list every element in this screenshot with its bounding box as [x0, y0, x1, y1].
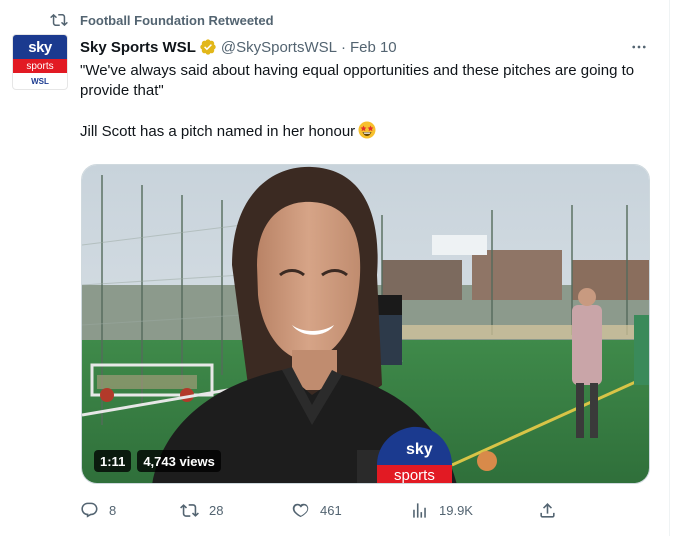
video-player[interactable]: sky sports 1:11 4,743 views: [81, 164, 650, 484]
tweet-line-2: Jill Scott has a pitch named in her hono…: [80, 121, 655, 142]
retweet-icon: [50, 13, 68, 27]
like-button[interactable]: 461: [291, 496, 342, 524]
tweet-header: Sky Sports WSL @SkySportsWSL · Feb 10: [80, 36, 397, 58]
avatar[interactable]: sky sports WSL: [12, 34, 68, 90]
more-options-icon[interactable]: [628, 37, 650, 57]
analytics-icon: [413, 502, 426, 518]
retweet-context[interactable]: Football Foundation Retweeted: [50, 10, 274, 30]
reply-icon: [81, 502, 98, 518]
video-overlay: 1:11 4,743 views: [94, 450, 221, 474]
retweet-count: 28: [209, 502, 224, 518]
tweet-quote: "We've always said about having equal op…: [80, 62, 635, 99]
heart-icon: [292, 503, 309, 517]
tweet-card[interactable]: Football Foundation Retweeted sky sports…: [0, 0, 670, 536]
tweet-date[interactable]: Feb 10: [350, 39, 397, 56]
retweet-action-icon: [180, 503, 199, 517]
retweet-button[interactable]: 28: [180, 496, 223, 524]
display-name[interactable]: Sky Sports WSL: [80, 39, 196, 56]
tweet-text: "We've always said about having equal op…: [80, 61, 655, 142]
avatar-wsl-text: WSL: [31, 76, 49, 86]
like-count: 461: [320, 502, 342, 518]
views-button[interactable]: 19.9K: [410, 496, 473, 524]
reply-button[interactable]: 8: [80, 496, 116, 524]
mic-sky-logo-text: sky: [406, 441, 433, 458]
action-bar: 8 28 461 19.9K: [80, 496, 570, 524]
user-handle[interactable]: @SkySportsWSL: [221, 39, 337, 56]
reply-count: 8: [109, 502, 117, 518]
avatar-sky-text: sky: [13, 35, 67, 59]
mic-sports-logo-text: sports: [394, 467, 435, 484]
views-count: 19.9K: [439, 502, 473, 518]
video-views: 4,743 views: [137, 450, 221, 472]
avatar-sports-text: sports: [13, 59, 67, 73]
video-duration: 1:11: [94, 450, 132, 472]
retweet-label: Football Foundation Retweeted: [80, 12, 274, 28]
verified-badge-icon[interactable]: [199, 38, 217, 56]
separator-dot: ·: [340, 38, 346, 56]
share-icon: [540, 502, 555, 518]
tweet-line-2-text: Jill Scott has a pitch named in her hono…: [80, 123, 356, 140]
star-struck-emoji-icon: [358, 121, 376, 139]
video-thumbnail: sky sports: [82, 165, 649, 484]
share-button[interactable]: [538, 496, 567, 524]
